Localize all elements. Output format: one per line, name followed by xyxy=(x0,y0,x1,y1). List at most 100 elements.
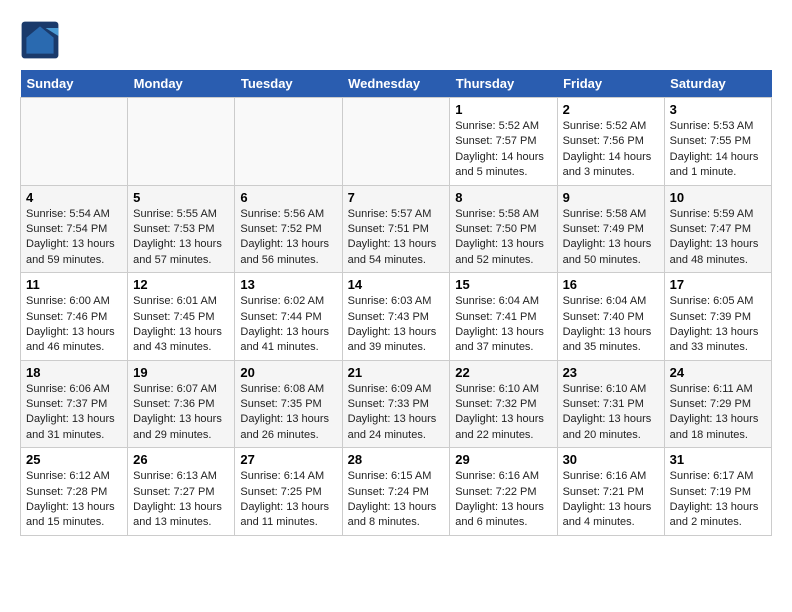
day-number: 8 xyxy=(455,190,551,205)
day-header-tuesday: Tuesday xyxy=(235,70,342,98)
day-info: Sunrise: 5:58 AMSunset: 7:49 PMDaylight:… xyxy=(563,207,659,269)
day-number: 15 xyxy=(455,277,551,292)
day-number: 20 xyxy=(240,365,336,380)
day-info: Sunrise: 6:04 AMSunset: 7:40 PMDaylight:… xyxy=(563,294,659,356)
calendar-cell: 19 Sunrise: 6:07 AMSunset: 7:36 PMDayligh… xyxy=(128,360,235,448)
day-number: 28 xyxy=(348,452,445,467)
day-number: 21 xyxy=(348,365,445,380)
calendar-week-row: 1Sunrise: 5:52 AMSunset: 7:57 PMDaylight… xyxy=(21,98,772,186)
day-info: Sunrise: 6:16 AMSunset: 7:21 PMDaylight:… xyxy=(563,469,659,531)
day-info: Sunrise: 6:17 AMSunset: 7:19 PMDaylight:… xyxy=(670,469,766,531)
day-number: 7 xyxy=(348,190,445,205)
logo xyxy=(20,20,64,60)
day-info: Sunrise: 6:12 AMSunset: 7:28 PMDaylight:… xyxy=(26,469,122,531)
logo-icon xyxy=(20,20,60,60)
calendar-cell: 27Sunrise: 6:14 AMSunset: 7:25 PMDayligh… xyxy=(235,448,342,536)
day-number: 13 xyxy=(240,277,336,292)
day-number: 24 xyxy=(670,365,766,380)
calendar-week-row: 25 Sunrise: 6:12 AMSunset: 7:28 PMDayligh… xyxy=(21,448,772,536)
calendar-cell: 1Sunrise: 5:52 AMSunset: 7:57 PMDaylight… xyxy=(450,98,557,186)
calendar-cell: 2 Sunrise: 5:52 AMSunset: 7:56 PMDaylight… xyxy=(557,98,664,186)
day-info: Sunrise: 6:07 AMSunset: 7:36 PMDaylight:… xyxy=(133,382,229,444)
day-info: Sunrise: 6:01 AMSunset: 7:45 PMDaylight:… xyxy=(133,294,229,356)
day-info: Sunrise: 6:08 AMSunset: 7:35 PMDaylight:… xyxy=(240,382,336,444)
day-info: Sunrise: 6:02 AMSunset: 7:44 PMDaylight:… xyxy=(240,294,336,356)
day-number: 4 xyxy=(26,190,122,205)
day-info: Sunrise: 5:55 AMSunset: 7:53 PMDaylight:… xyxy=(133,207,229,269)
day-info: Sunrise: 6:05 AMSunset: 7:39 PMDaylight:… xyxy=(670,294,766,356)
calendar-cell: 12 Sunrise: 6:01 AMSunset: 7:45 PMDayligh… xyxy=(128,273,235,361)
day-header-monday: Monday xyxy=(128,70,235,98)
calendar-week-row: 11 Sunrise: 6:00 AMSunset: 7:46 PMDayligh… xyxy=(21,273,772,361)
day-number: 31 xyxy=(670,452,766,467)
day-number: 25 xyxy=(26,452,122,467)
calendar-cell: 7 Sunrise: 5:57 AMSunset: 7:51 PMDaylight… xyxy=(342,185,450,273)
calendar-header-row: SundayMondayTuesdayWednesdayThursdayFrid… xyxy=(21,70,772,98)
day-number: 19 xyxy=(133,365,229,380)
day-number: 11 xyxy=(26,277,122,292)
day-number: 18 xyxy=(26,365,122,380)
day-number: 16 xyxy=(563,277,659,292)
calendar-cell: 5 Sunrise: 5:55 AMSunset: 7:53 PMDaylight… xyxy=(128,185,235,273)
calendar-cell xyxy=(235,98,342,186)
calendar-cell: 15Sunrise: 6:04 AMSunset: 7:41 PMDayligh… xyxy=(450,273,557,361)
day-info: Sunrise: 6:16 AMSunset: 7:22 PMDaylight:… xyxy=(455,469,551,531)
day-number: 10 xyxy=(670,190,766,205)
calendar-cell: 6 Sunrise: 5:56 AMSunset: 7:52 PMDaylight… xyxy=(235,185,342,273)
day-number: 30 xyxy=(563,452,659,467)
day-number: 5 xyxy=(133,190,229,205)
day-info: Sunrise: 5:57 AMSunset: 7:51 PMDaylight:… xyxy=(348,207,445,269)
calendar-week-row: 4 Sunrise: 5:54 AMSunset: 7:54 PMDaylight… xyxy=(21,185,772,273)
calendar-cell: 18 Sunrise: 6:06 AMSunset: 7:37 PMDayligh… xyxy=(21,360,128,448)
day-info: Sunrise: 6:14 AMSunset: 7:25 PMDaylight:… xyxy=(240,469,336,531)
calendar-cell: 28 Sunrise: 6:15 AMSunset: 7:24 PMDayligh… xyxy=(342,448,450,536)
day-number: 22 xyxy=(455,365,551,380)
calendar-table: SundayMondayTuesdayWednesdayThursdayFrid… xyxy=(20,70,772,536)
calendar-cell xyxy=(128,98,235,186)
day-number: 9 xyxy=(563,190,659,205)
day-number: 6 xyxy=(240,190,336,205)
day-header-sunday: Sunday xyxy=(21,70,128,98)
calendar-cell: 30 Sunrise: 6:16 AMSunset: 7:21 PMDayligh… xyxy=(557,448,664,536)
calendar-cell: 26Sunrise: 6:13 AMSunset: 7:27 PMDayligh… xyxy=(128,448,235,536)
day-info: Sunrise: 5:59 AMSunset: 7:47 PMDaylight:… xyxy=(670,207,766,269)
day-number: 17 xyxy=(670,277,766,292)
day-info: Sunrise: 6:11 AMSunset: 7:29 PMDaylight:… xyxy=(670,382,766,444)
day-info: Sunrise: 5:56 AMSunset: 7:52 PMDaylight:… xyxy=(240,207,336,269)
day-info: Sunrise: 5:54 AMSunset: 7:54 PMDaylight:… xyxy=(26,207,122,269)
day-info: Sunrise: 6:15 AMSunset: 7:24 PMDaylight:… xyxy=(348,469,445,531)
day-info: Sunrise: 6:10 AMSunset: 7:31 PMDaylight:… xyxy=(563,382,659,444)
day-number: 14 xyxy=(348,277,445,292)
day-info: Sunrise: 6:09 AMSunset: 7:33 PMDaylight:… xyxy=(348,382,445,444)
day-info: Sunrise: 5:52 AMSunset: 7:57 PMDaylight:… xyxy=(455,119,551,181)
calendar-cell: 8Sunrise: 5:58 AMSunset: 7:50 PMDaylight… xyxy=(450,185,557,273)
calendar-cell xyxy=(21,98,128,186)
calendar-cell: 25 Sunrise: 6:12 AMSunset: 7:28 PMDayligh… xyxy=(21,448,128,536)
calendar-cell: 21 Sunrise: 6:09 AMSunset: 7:33 PMDayligh… xyxy=(342,360,450,448)
day-info: Sunrise: 6:00 AMSunset: 7:46 PMDaylight:… xyxy=(26,294,122,356)
calendar-cell: 13 Sunrise: 6:02 AMSunset: 7:44 PMDayligh… xyxy=(235,273,342,361)
calendar-cell xyxy=(342,98,450,186)
calendar-cell: 20 Sunrise: 6:08 AMSunset: 7:35 PMDayligh… xyxy=(235,360,342,448)
day-info: Sunrise: 5:53 AMSunset: 7:55 PMDaylight:… xyxy=(670,119,766,181)
day-number: 2 xyxy=(563,102,659,117)
calendar-cell: 3 Sunrise: 5:53 AMSunset: 7:55 PMDaylight… xyxy=(664,98,771,186)
day-header-thursday: Thursday xyxy=(450,70,557,98)
page-header xyxy=(20,20,772,60)
day-number: 12 xyxy=(133,277,229,292)
calendar-cell: 17 Sunrise: 6:05 AMSunset: 7:39 PMDayligh… xyxy=(664,273,771,361)
calendar-cell: 31 Sunrise: 6:17 AMSunset: 7:19 PMDayligh… xyxy=(664,448,771,536)
day-header-wednesday: Wednesday xyxy=(342,70,450,98)
day-info: Sunrise: 5:52 AMSunset: 7:56 PMDaylight:… xyxy=(563,119,659,181)
calendar-cell: 14Sunrise: 6:03 AMSunset: 7:43 PMDayligh… xyxy=(342,273,450,361)
day-header-friday: Friday xyxy=(557,70,664,98)
calendar-cell: 22Sunrise: 6:10 AMSunset: 7:32 PMDayligh… xyxy=(450,360,557,448)
day-info: Sunrise: 6:06 AMSunset: 7:37 PMDaylight:… xyxy=(26,382,122,444)
calendar-cell: 23 Sunrise: 6:10 AMSunset: 7:31 PMDayligh… xyxy=(557,360,664,448)
day-info: Sunrise: 6:13 AMSunset: 7:27 PMDaylight:… xyxy=(133,469,229,531)
day-number: 3 xyxy=(670,102,766,117)
calendar-cell: 9 Sunrise: 5:58 AMSunset: 7:49 PMDaylight… xyxy=(557,185,664,273)
day-number: 23 xyxy=(563,365,659,380)
calendar-cell: 11 Sunrise: 6:00 AMSunset: 7:46 PMDayligh… xyxy=(21,273,128,361)
day-number: 29 xyxy=(455,452,551,467)
